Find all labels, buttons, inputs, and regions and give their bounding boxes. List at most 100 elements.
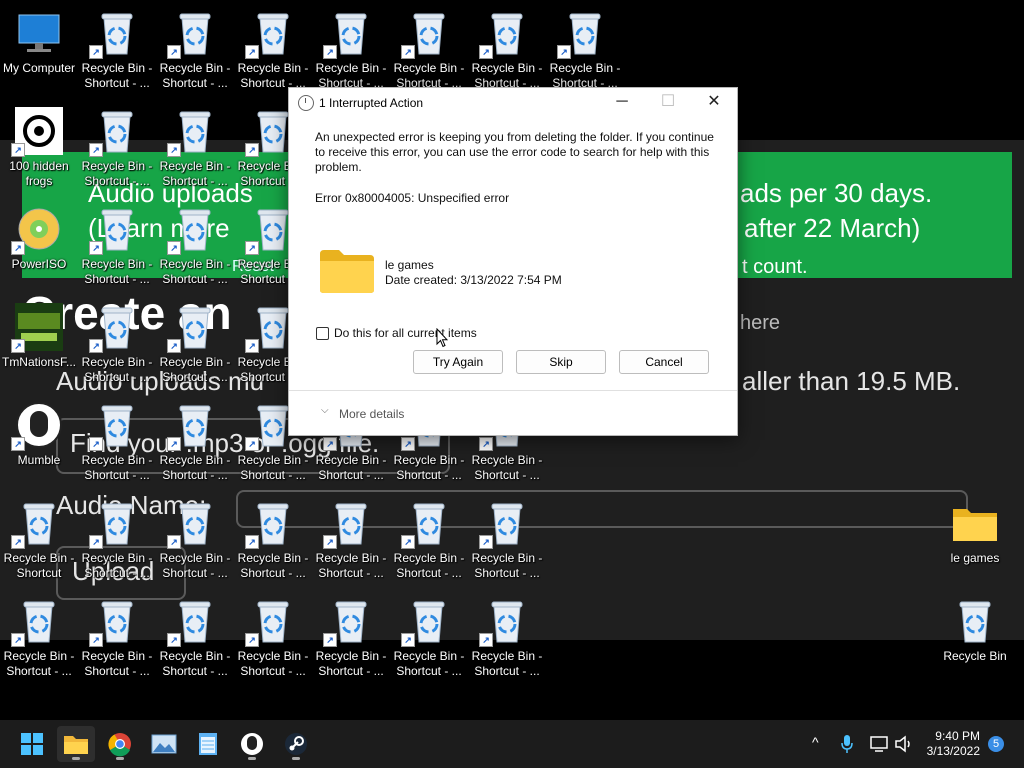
cancel-button[interactable]: Cancel (619, 350, 709, 374)
desktop-icon-label: Recycle Bin - Shortcut - ... (156, 257, 234, 287)
maximize-button[interactable]: ☐ (645, 88, 691, 118)
shortcut-arrow-icon: ↗ (89, 535, 103, 549)
desktop-icon-recycle-bin-shortcut[interactable]: ↗ Recycle Bin - Shortcut - ... (78, 103, 156, 199)
desktop-icon-recycle-bin-shortcut[interactable]: ↗ Recycle Bin - Shortcut - ... (312, 593, 390, 689)
recycle-bin-icon (951, 597, 999, 645)
taskbar-clock[interactable]: 9:40 PM 3/13/2022 (927, 729, 980, 759)
network-icon[interactable] (870, 735, 890, 753)
desktop-icon-recycle-bin-shortcut[interactable]: ↗ Recycle Bin - Shortcut - ... (156, 299, 234, 395)
clock-date: 3/13/2022 (926, 744, 980, 758)
recycle-bin-icon: ↗ (167, 9, 219, 59)
desktop-icon-label-line: Shortcut - ... (162, 174, 228, 188)
desktop-icon-hidden-frogs[interactable]: ↗ 100 hidden frogs (0, 103, 78, 199)
close-button[interactable]: ✕ (691, 88, 737, 118)
shortcut-arrow-icon: ↗ (401, 633, 415, 647)
desktop-icon-recycle-bin-shortcut[interactable]: ↗ Recycle Bin - Shortcut (0, 495, 78, 591)
desktop-icon-tmnations[interactable]: ↗ TmNationsF... (0, 299, 78, 395)
desktop-icon-label-line: Recycle Bin - (81, 159, 153, 173)
desktop-icon-recycle-bin-shortcut[interactable]: ↗ Recycle Bin - Shortcut - ... (156, 201, 234, 297)
recycle-bin-icon: ↗ (167, 597, 219, 647)
desktop-icon-label-line: Recycle Bin - (159, 159, 231, 173)
recycle-bin-icon: ↗ (89, 597, 141, 647)
desktop-icon-label-line: Recycle Bin - (393, 453, 465, 467)
desktop-icon-label: Recycle Bin - Shortcut - ... (312, 453, 390, 483)
desktop-icon-recycle-bin-shortcut[interactable]: ↗ Recycle Bin - Shortcut - ... (468, 593, 546, 689)
notification-badge[interactable]: 5 (988, 736, 1004, 752)
recycle-bin-icon: ↗ (479, 499, 531, 549)
shortcut-arrow-icon: ↗ (479, 437, 493, 451)
desktop-icon-label-line: My Computer (2, 61, 76, 75)
shortcut-arrow-icon: ↗ (167, 633, 181, 647)
desktop-icon-label: Recycle Bin - Shortcut - ... (234, 551, 312, 581)
volume-icon[interactable] (894, 735, 914, 753)
taskbar-photos[interactable] (145, 726, 183, 762)
desktop-icon-recycle-bin-shortcut[interactable]: ↗ Recycle Bin - Shortcut - ... (390, 495, 468, 591)
dialog-titlebar[interactable]: 1 Interrupted Action ─ ☐ ✕ (289, 88, 737, 118)
desktop-icon-recycle-bin-shortcut[interactable]: ↗ Recycle Bin - Shortcut - ... (312, 495, 390, 591)
taskbar-steam[interactable] (277, 726, 315, 762)
desktop-icon-recycle-bin-shortcut[interactable]: ↗ Recycle Bin - Shortcut - ... (156, 103, 234, 199)
show-hidden-icons-button[interactable]: ^ (812, 734, 819, 750)
desktop-icon-label: Recycle Bin - Shortcut - ... (78, 355, 156, 385)
try-again-button[interactable]: Try Again (413, 350, 503, 374)
more-details-link[interactable]: More details (339, 407, 404, 421)
desktop-icon-label-line: Recycle Bin - (315, 649, 387, 663)
desktop-icon-mumble[interactable]: ↗ Mumble (0, 397, 78, 493)
desktop-icon-label-line: Recycle Bin - (81, 453, 153, 467)
desktop-icon-label-line: Shortcut - ... (84, 664, 150, 678)
desktop-icon-recycle-bin-shortcut[interactable]: ↗ Recycle Bin - Shortcut - ... (234, 495, 312, 591)
shortcut-arrow-icon: ↗ (323, 437, 337, 451)
shortcut-arrow-icon: ↗ (89, 241, 103, 255)
desktop-icon-recycle-bin-shortcut[interactable]: ↗ Recycle Bin - Shortcut - ... (78, 593, 156, 689)
recycle-bin-icon: ↗ (89, 107, 141, 157)
taskbar-chrome[interactable] (101, 726, 139, 762)
recycle-bin-icon: ↗ (401, 597, 453, 647)
taskbar-mumble[interactable] (233, 726, 271, 762)
desktop-icon-recycle-bin-shortcut[interactable]: ↗ Recycle Bin - Shortcut - ... (156, 495, 234, 591)
desktop-icon-label-line: Recycle Bin - (237, 551, 309, 565)
shortcut-arrow-icon: ↗ (11, 535, 25, 549)
desktop-icon-label-line: Recycle Bin - (471, 453, 543, 467)
skip-button[interactable]: Skip (516, 350, 606, 374)
desktop-icon-poweriso[interactable]: ↗ PowerISO (0, 201, 78, 297)
apply-all-checkbox[interactable] (316, 327, 329, 340)
shortcut-arrow-icon: ↗ (401, 437, 415, 451)
desktop-icon-recycle-bin-shortcut[interactable]: ↗ Recycle Bin - Shortcut - ... (78, 299, 156, 395)
taskbar-notepad[interactable] (189, 726, 227, 762)
desktop-icon-label-line: Shortcut - ... (162, 664, 228, 678)
desktop-icon-label: PowerISO (0, 257, 78, 272)
desktop-icon-recycle-bin-shortcut[interactable]: ↗ Recycle Bin - Shortcut - ... (0, 593, 78, 689)
desktop-icon-le-games-folder[interactable]: le games (936, 495, 1014, 591)
apply-all-label[interactable]: Do this for all current items (334, 326, 477, 340)
minimize-button[interactable]: ─ (599, 88, 645, 118)
desktop-icon-recycle-bin-shortcut[interactable]: ↗ Recycle Bin - Shortcut - ... (390, 593, 468, 689)
desktop-icon-recycle-bin-shortcut[interactable]: ↗ Recycle Bin - Shortcut - ... (78, 397, 156, 493)
shortcut-arrow-icon: ↗ (401, 535, 415, 549)
desktop-icon-label-line: Shortcut - ... (6, 664, 72, 678)
microphone-icon[interactable] (840, 734, 854, 754)
desktop-icon-recycle-bin-shortcut[interactable]: ↗ Recycle Bin - Shortcut - ... (156, 593, 234, 689)
mouse-cursor-icon (436, 328, 448, 348)
desktop-icon-recycle-bin-shortcut[interactable]: ↗ Recycle Bin - Shortcut - ... (156, 5, 234, 101)
folder-icon (951, 499, 999, 547)
shortcut-arrow-icon: ↗ (11, 633, 25, 647)
desktop-icon-my-computer[interactable]: My Computer (0, 5, 78, 101)
taskbar-file-explorer[interactable] (57, 726, 95, 762)
desktop-icon-label: My Computer (0, 61, 78, 76)
shortcut-arrow-icon: ↗ (167, 143, 181, 157)
folder-icon (320, 250, 374, 293)
desktop-icon-recycle-bin-shortcut[interactable]: ↗ Recycle Bin - Shortcut - ... (234, 593, 312, 689)
desktop-icon-recycle-bin-shortcut[interactable]: ↗ Recycle Bin - Shortcut - ... (156, 397, 234, 493)
desktop-icon-recycle-bin[interactable]: Recycle Bin (936, 593, 1014, 689)
desktop-icon-recycle-bin-shortcut[interactable]: ↗ Recycle Bin - Shortcut - ... (78, 201, 156, 297)
desktop-icon-recycle-bin-shortcut[interactable]: ↗ Recycle Bin - Shortcut - ... (468, 495, 546, 591)
start-button[interactable] (13, 726, 51, 762)
folder-info: le games Date created: 3/13/2022 7:54 PM (385, 258, 562, 288)
desktop-icon-label-line: Recycle Bin - (81, 355, 153, 369)
desktop-icon-recycle-bin-shortcut[interactable]: ↗ Recycle Bin - Shortcut - ... (78, 495, 156, 591)
chevron-down-icon[interactable]: ⌵ (321, 405, 329, 416)
desktop-icon-recycle-bin-shortcut[interactable]: ↗ Recycle Bin - Shortcut - ... (78, 5, 156, 101)
desktop-icon-label-line: Recycle Bin - (159, 61, 231, 75)
desktop-icon-label-line: Recycle Bin - (159, 551, 231, 565)
desktop-icon-label: Recycle Bin (936, 649, 1014, 664)
